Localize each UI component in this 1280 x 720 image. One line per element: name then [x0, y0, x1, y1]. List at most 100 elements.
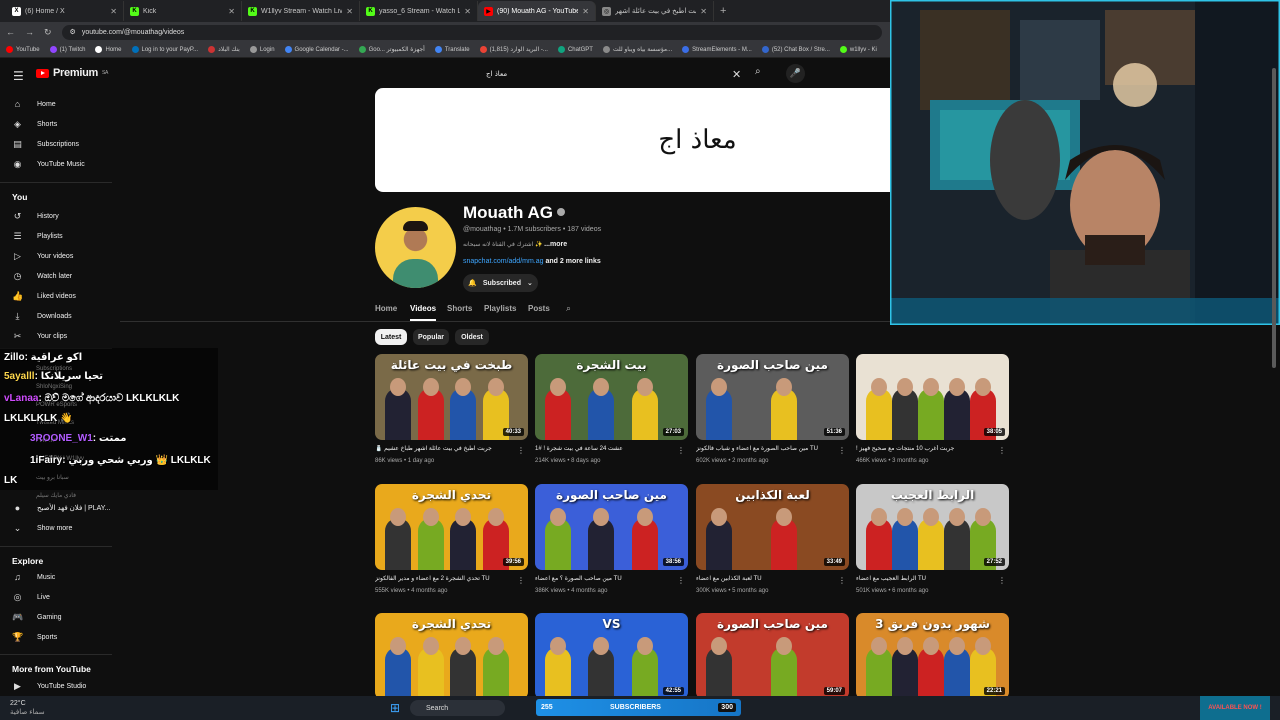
video-card[interactable]: بيت الشجرة 27:03 عشت 24 ساعة في بيت شجرة !… — [535, 354, 688, 464]
tab-close-icon[interactable]: ✕ — [700, 7, 707, 16]
bookmark-item[interactable]: بنك البلاد — [208, 46, 240, 53]
bookmark-item[interactable]: Login — [249, 46, 275, 53]
bookmark-item[interactable]: w1llyv - Ki — [839, 46, 877, 53]
sidebar-item-shorts[interactable]: ◈ Shorts — [0, 114, 120, 134]
video-title[interactable]: TU مين صاحب الصورة ؟ مع اعضاء — [535, 575, 680, 582]
more-options-icon[interactable]: ⋮ — [998, 446, 1006, 455]
video-title[interactable]: جربت اطبخ في بيت عائلة اشهر طباخ عشيم 🧂 — [375, 445, 520, 452]
chip-popular[interactable]: Popular — [413, 329, 449, 345]
sidebar-subscription-faded[interactable]: ShloNgxiSing — [36, 384, 72, 390]
video-title[interactable]: TU تحدي الشجرة 2 مع اعضاء و مدير الفالكو… — [375, 575, 520, 582]
tab-home[interactable]: Home — [375, 304, 397, 313]
video-thumbnail[interactable]: طبخت في بيت عائلة 40:33 — [375, 354, 528, 440]
sidebar-item-watch-later[interactable]: ◷ Watch later — [0, 266, 120, 286]
sidebar-item-downloads[interactable]: ⤓ Downloads — [0, 306, 120, 326]
browser-tab[interactable]: K W1llyv Stream - Watch Live on✕ — [242, 1, 360, 21]
tab-close-icon[interactable]: ✕ — [464, 7, 471, 16]
video-thumbnail[interactable]: 3 شهور بدون فريق 22:21 — [856, 613, 1009, 699]
description-more[interactable]: ...more — [544, 241, 567, 248]
more-options-icon[interactable]: ⋮ — [677, 576, 685, 585]
sidebar-item-music[interactable]: ♫ Music — [0, 567, 120, 587]
sidebar-item-your-clips[interactable]: ✂ Your clips — [0, 326, 120, 346]
youtube-logo[interactable]: Premium SA — [36, 67, 108, 79]
chip-oldest[interactable]: Oldest — [455, 329, 489, 345]
sidebar-item-history[interactable]: ↺ History — [0, 206, 120, 226]
video-title[interactable]: TU الرابط العجيب مع اعضاء — [856, 575, 1001, 582]
video-card[interactable]: مين صاحب الصورة 38:56 TU مين صاحب الصورة ؟… — [535, 484, 688, 594]
clear-search-icon[interactable]: ✕ — [732, 68, 741, 81]
tab-close-icon[interactable]: ✕ — [110, 7, 117, 16]
more-links[interactable]: and 2 more links — [546, 258, 601, 265]
more-options-icon[interactable]: ⋮ — [517, 576, 525, 585]
video-thumbnail[interactable]: مين صاحب الصورة 38:56 — [535, 484, 688, 570]
bookmark-item[interactable]: YouTube — [6, 46, 40, 53]
channel-link[interactable]: snapchat.com/add/mm.ag — [463, 258, 544, 265]
sidebar-item-gaming[interactable]: 🎮 Gaming — [0, 607, 120, 627]
bookmark-item[interactable]: ChatGPT — [557, 46, 593, 53]
bookmark-item[interactable]: StreamElements - M... — [682, 46, 752, 53]
subscribed-button[interactable]: 🔔 Subscribed ⌄ — [463, 274, 538, 292]
sidebar-item-subscriptions[interactable]: ▤ Subscriptions — [0, 134, 120, 154]
sidebar-subscription-faded[interactable]: فادي مايك سيلم — [36, 492, 76, 499]
video-title[interactable]: TU لعبة الكذابين مع اعضاء — [696, 575, 841, 582]
bookmark-item[interactable]: (1) Twitch — [49, 46, 85, 53]
bookmark-item[interactable]: Log in to your PayP... — [131, 46, 198, 53]
bookmark-item[interactable]: Goo... أجهزة الكمبيوتر — [358, 46, 425, 53]
video-card[interactable]: مين صاحب الصورة 59:07 — [696, 613, 849, 699]
weather-widget[interactable]: 22°C سماء صافية — [10, 699, 45, 717]
video-thumbnail[interactable]: لعبة الكذابين 33:49 — [696, 484, 849, 570]
sidebar-you-heading[interactable]: You — [12, 192, 27, 202]
sidebar-item-youtube-music[interactable]: ◉ YouTube Music — [0, 154, 120, 174]
video-thumbnail[interactable]: الرابط العجيب 27:52 — [856, 484, 1009, 570]
more-options-icon[interactable]: ⋮ — [838, 446, 846, 455]
back-icon[interactable]: ← — [6, 27, 15, 37]
sidebar-subscription[interactable]: ● فلان فهد الأصبح | PLAY... — [0, 498, 120, 518]
microphone-icon[interactable]: 🎤 — [786, 64, 805, 83]
video-thumbnail[interactable]: مين صاحب الصورة 51:36 — [696, 354, 849, 440]
browser-tab[interactable]: ▶ (90) Mouath AG - YouTube ✕ — [478, 1, 596, 21]
tab-playlists[interactable]: Playlists — [484, 304, 516, 313]
taskbar-search[interactable]: Search — [410, 700, 505, 716]
tab-shorts[interactable]: Shorts — [447, 304, 472, 313]
video-title[interactable]: TU مين صاحب الصورة مع اعضاء و شباب فالكو… — [696, 445, 841, 452]
more-options-icon[interactable]: ⋮ — [677, 446, 685, 455]
video-title[interactable]: عشت 24 ساعة في بيت شجرة ! #1 — [535, 445, 680, 452]
bookmark-item[interactable]: (52) Chat Box / Stre... — [761, 46, 830, 53]
sidebar-item-youtube-studio[interactable]: ▶ YouTube Studio — [0, 676, 120, 696]
sidebar-item-liked-videos[interactable]: 👍 Liked videos — [0, 286, 120, 306]
bookmark-item[interactable]: مؤسسة بياه ويباو للت... — [602, 46, 672, 53]
video-thumbnail[interactable]: بيت الشجرة 27:03 — [535, 354, 688, 440]
browser-tab[interactable]: Kyasso_6 Stream - Watch Li ✕ — [360, 1, 478, 21]
tab-videos[interactable]: Videos — [410, 304, 436, 313]
video-card[interactable]: 38:05 جربت أغرب 10 منتجات مع صحيح فهيز ! 4… — [856, 354, 1009, 464]
tab-posts[interactable]: Posts — [528, 304, 550, 313]
video-thumbnail[interactable]: VS 42:55 — [535, 613, 688, 699]
bookmark-item[interactable]: Translate — [434, 46, 470, 53]
browser-tab[interactable]: K Kick ✕ — [124, 1, 242, 21]
tab-close-icon[interactable]: ✕ — [228, 7, 235, 16]
browser-tab[interactable]: ◎ جربت اطبخ في بيت عائلة اشهر ✕ — [596, 1, 714, 21]
video-card[interactable]: 3 شهور بدون فريق 22:21 — [856, 613, 1009, 699]
bookmark-item[interactable]: Home — [95, 46, 122, 53]
page-scrollbar[interactable] — [1272, 58, 1278, 378]
channel-search-icon[interactable]: ⌕ — [566, 303, 571, 314]
video-card[interactable]: طبخت في بيت عائلة 40:33 جربت اطبخ في بيت ع… — [375, 354, 528, 464]
bookmark-item[interactable]: (1,815) البريد الوارد -... — [479, 46, 548, 53]
tab-close-icon[interactable]: ✕ — [346, 7, 353, 16]
search-icon[interactable]: ⌕ — [755, 66, 761, 77]
video-card[interactable]: تحدي الشجرة 39:56 TU تحدي الشجرة 2 مع اعضا… — [375, 484, 528, 594]
more-options-icon[interactable]: ⋮ — [998, 576, 1006, 585]
site-info-icon[interactable]: ⚙ — [70, 28, 76, 36]
bookmark-item[interactable]: Google Calendar -... — [284, 46, 349, 53]
video-thumbnail[interactable]: مين صاحب الصورة 59:07 — [696, 613, 849, 699]
sidebar-item-home[interactable]: ⌂ Home — [0, 94, 120, 114]
sidebar-item-sports[interactable]: 🏆 Sports — [0, 627, 120, 647]
video-card[interactable]: تحدي الشجرة — [375, 613, 528, 699]
video-card[interactable]: الرابط العجيب 27:52 TU الرابط العجيب مع اع… — [856, 484, 1009, 594]
video-card[interactable]: مين صاحب الصورة 51:36 TU مين صاحب الصورة م… — [696, 354, 849, 464]
more-options-icon[interactable]: ⋮ — [517, 446, 525, 455]
search-input[interactable] — [476, 65, 776, 83]
chip-latest[interactable]: Latest — [375, 329, 407, 345]
video-title[interactable]: جربت أغرب 10 منتجات مع صحيح فهيز ! — [856, 445, 1001, 452]
menu-icon[interactable]: ☰ — [13, 69, 24, 83]
